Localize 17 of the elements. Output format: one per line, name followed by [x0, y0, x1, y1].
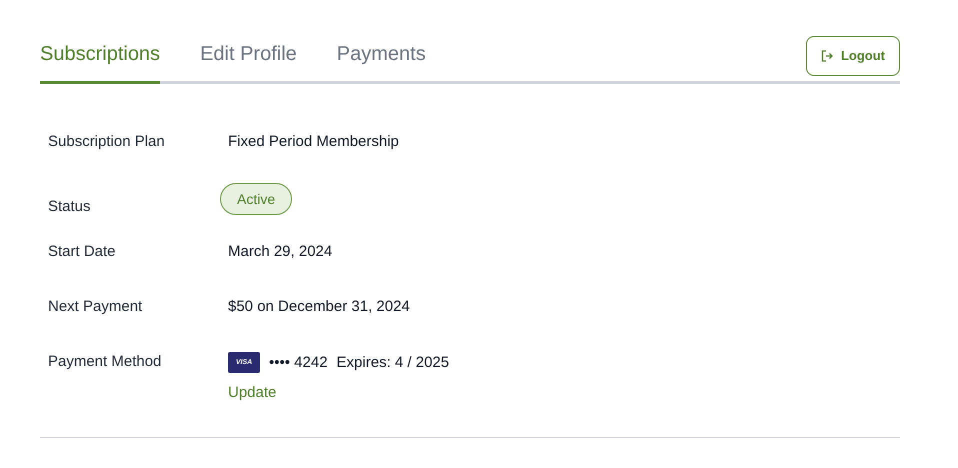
- tab[interactable]: Payments: [336, 36, 426, 81]
- status-badge: Active: [220, 183, 292, 215]
- field-value: $50 on December 31, 2024: [228, 297, 410, 317]
- field-label: Subscription Plan: [48, 132, 166, 152]
- field-label: Status: [48, 197, 92, 217]
- field-label: Start Date: [48, 242, 117, 262]
- field-value: March 29, 2024: [228, 242, 332, 262]
- update-link[interactable]: Update: [228, 383, 276, 403]
- tab[interactable]: Subscriptions: [40, 36, 160, 84]
- tab[interactable]: Edit Profile: [200, 36, 297, 81]
- field-label: Next Payment: [48, 297, 144, 317]
- field-label: Payment Method: [48, 352, 162, 372]
- card-number: •••• 4242: [269, 352, 328, 372]
- card-expiry: Expires: 4 / 2025: [336, 352, 450, 372]
- logout-button[interactable]: Logout: [806, 36, 900, 76]
- field-value: Fixed Period Membership: [228, 132, 399, 152]
- logout-icon: [820, 50, 833, 62]
